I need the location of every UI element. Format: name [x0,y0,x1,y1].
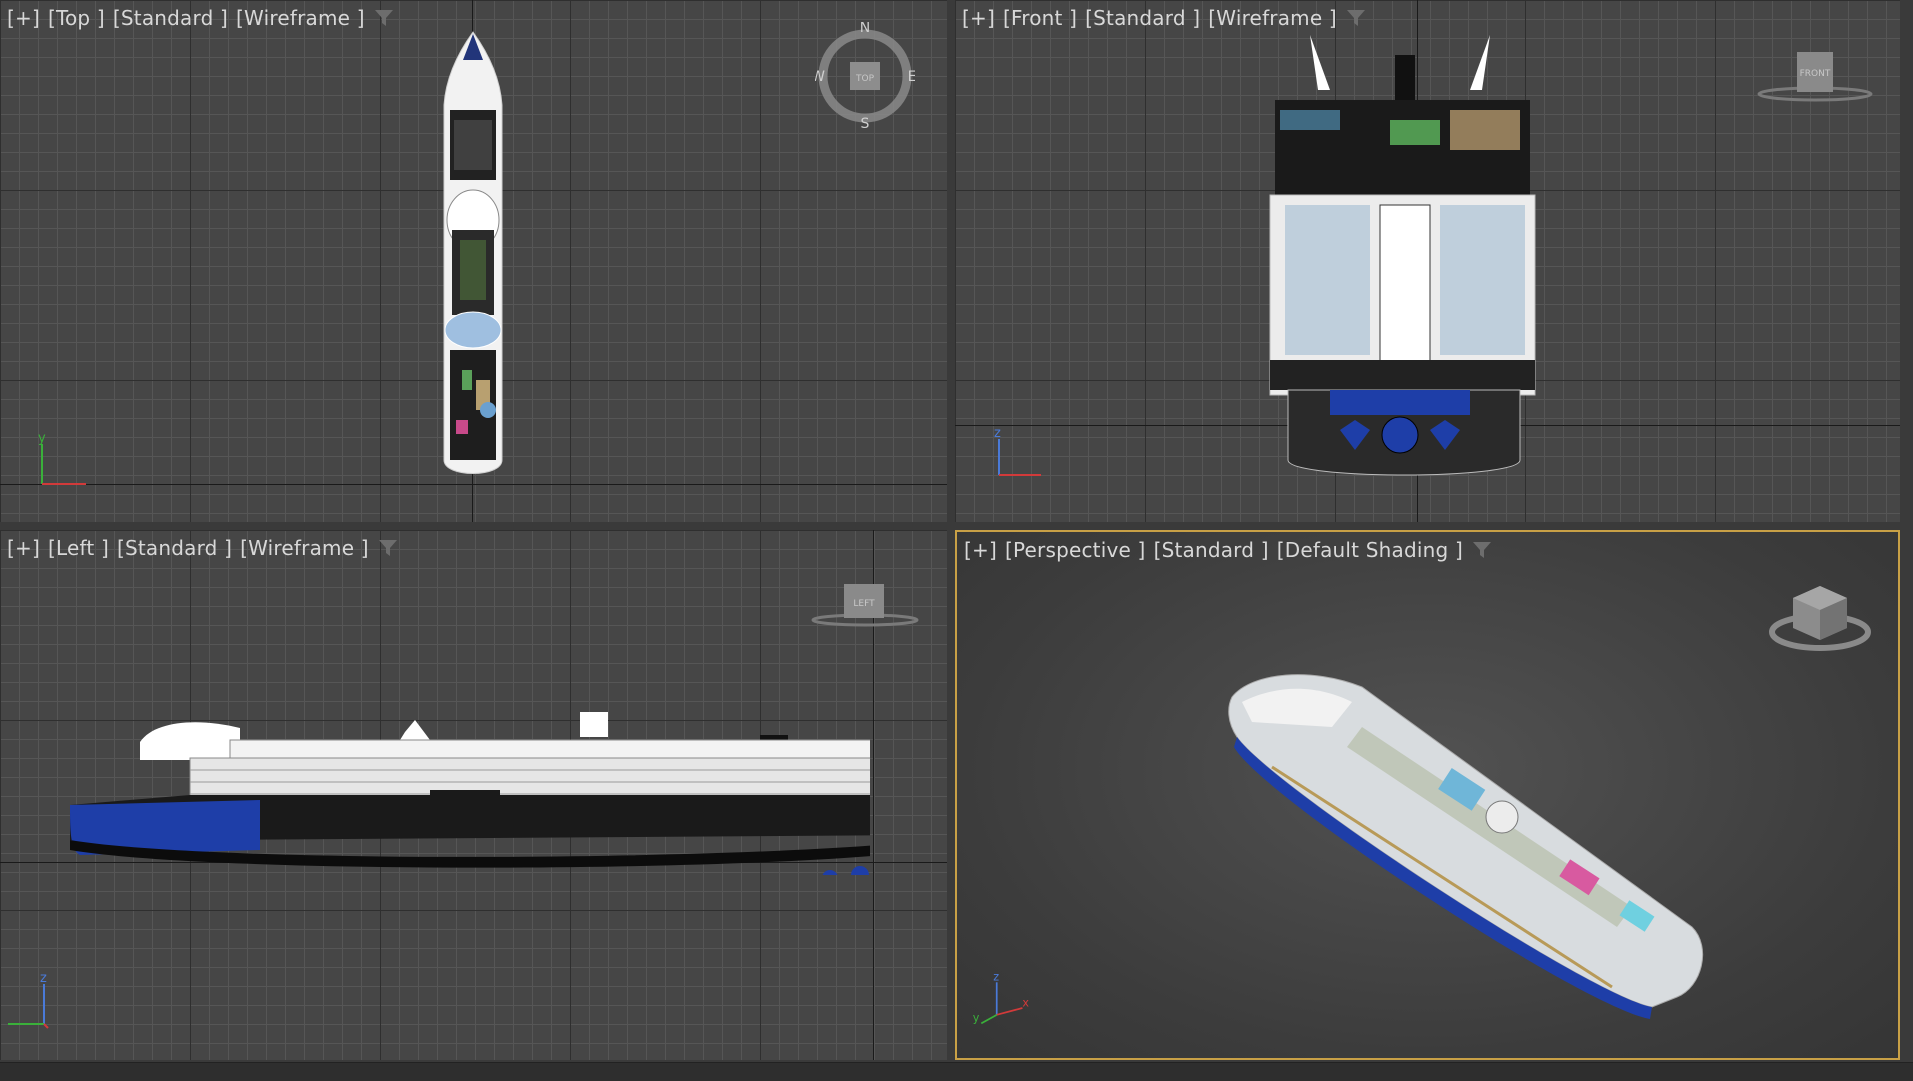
svg-text:z: z [40,971,47,986]
svg-text:N: N [860,22,870,36]
ship-top-view[interactable] [430,30,516,485]
viewport-front[interactable]: [+] [Front ] [Standard ] [Wireframe ] FR… [955,0,1900,522]
viewport-perspective[interactable]: [+] [Perspective ] [Standard ] [Default … [955,530,1900,1060]
svg-text:LEFT: LEFT [853,599,875,609]
viewport-menu-plus[interactable]: [+] [962,6,995,30]
viewport-left-label: [+] [Left ] [Standard ] [Wireframe ] [7,536,399,560]
viewport-top-label: [+] [Top ] [Standard ] [Wireframe ] [7,6,395,30]
status-bar [0,1062,1913,1081]
viewport-front-label: [+] [Front ] [Standard ] [Wireframe ] [962,6,1367,30]
viewport-view-name[interactable]: [Top ] [48,6,105,30]
svg-text:z: z [993,972,999,984]
axis-gizmo-icon: z [8,971,49,1029]
viewport-standard-menu[interactable]: [Standard ] [1154,538,1269,562]
svg-text:S: S [861,116,870,128]
filter-icon[interactable] [1345,7,1367,29]
ship-perspective-view[interactable] [1212,667,1722,1027]
viewport-shading-menu[interactable]: [Default Shading ] [1277,538,1463,562]
svg-text:y: y [38,432,46,446]
svg-text:TOP: TOP [855,74,875,84]
viewport-perspective-label: [+] [Perspective ] [Standard ] [Default … [964,538,1493,562]
axis-gizmo-icon: y [38,432,86,485]
viewport-standard-menu[interactable]: [Standard ] [1085,6,1200,30]
view-cube-icon[interactable]: LEFT [810,582,920,632]
viewport-left[interactable]: [+] [Left ] [Standard ] [Wireframe ] LEF… [0,530,947,1060]
view-cube-icon[interactable] [1765,580,1875,660]
axis-gizmo-icon: z [994,427,1041,476]
viewport-standard-menu[interactable]: [Standard ] [113,6,228,30]
viewport-view-name[interactable]: [Front ] [1003,6,1077,30]
view-cube-icon[interactable]: FRONT [1755,48,1875,108]
axis-gizmo-icon: z x y [973,972,1030,1025]
viewport-shading-menu[interactable]: [Wireframe ] [240,536,369,560]
viewport-menu-plus[interactable]: [+] [7,6,40,30]
viewport-shading-menu[interactable]: [Wireframe ] [236,6,365,30]
filter-icon[interactable] [377,537,399,559]
svg-text:E: E [908,69,915,85]
filter-icon[interactable] [373,7,395,29]
ship-side-view[interactable] [70,700,870,875]
svg-text:W: W [815,69,825,85]
viewport-view-name[interactable]: [Perspective ] [1005,538,1146,562]
compass-icon[interactable]: TOP N S E W [815,22,915,128]
svg-text:y: y [973,1012,980,1025]
viewport-menu-plus[interactable]: [+] [7,536,40,560]
viewport-shading-menu[interactable]: [Wireframe ] [1208,6,1337,30]
viewport-right-edge [1902,0,1913,1062]
viewport-menu-plus[interactable]: [+] [964,538,997,562]
svg-text:FRONT: FRONT [1800,69,1831,79]
svg-text:z: z [994,427,1001,441]
svg-text:x: x [1022,996,1029,1009]
viewport-top[interactable]: [+] [Top ] [Standard ] [Wireframe ] TOP … [0,0,947,522]
viewport-view-name[interactable]: [Left ] [48,536,109,560]
filter-icon[interactable] [1471,539,1493,561]
viewport-standard-menu[interactable]: [Standard ] [117,536,232,560]
ship-front-view[interactable] [1240,30,1570,480]
